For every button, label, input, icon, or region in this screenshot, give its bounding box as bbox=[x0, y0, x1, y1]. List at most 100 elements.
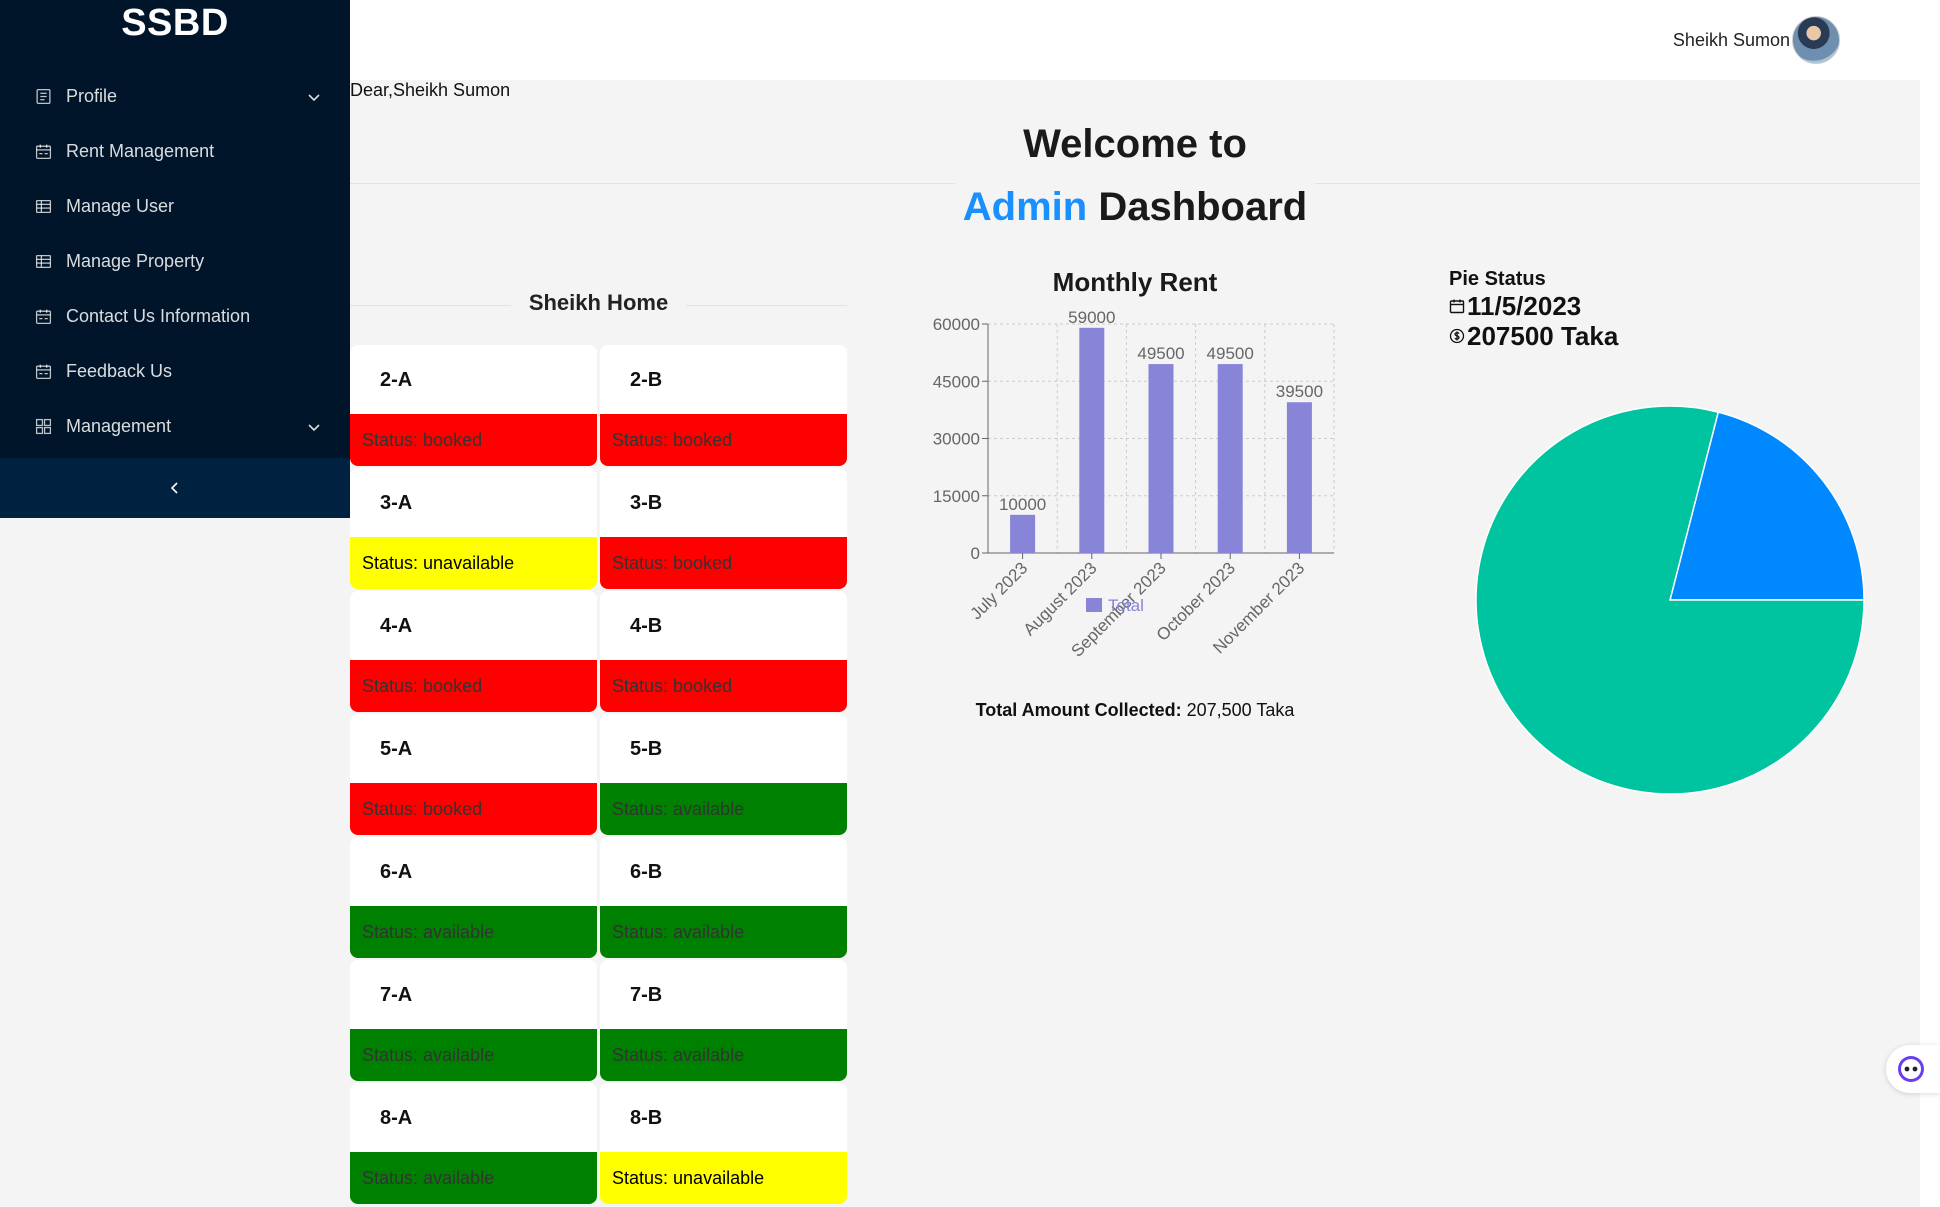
sidebar-item-profile[interactable]: Profile bbox=[0, 69, 350, 124]
unit-card[interactable]: 3-B Status: booked bbox=[600, 468, 847, 589]
user-menu[interactable]: Sheikh Sumon bbox=[1673, 16, 1840, 64]
legend-label: Total bbox=[1108, 596, 1144, 615]
chart-total: Total Amount Collected: 207,500 Taka bbox=[955, 700, 1315, 721]
data-label: 10000 bbox=[999, 495, 1046, 514]
divider bbox=[1315, 183, 1920, 184]
unit-name: 4-A bbox=[380, 615, 413, 637]
unit-card[interactable]: 5-A Status: booked bbox=[350, 714, 597, 835]
unit-status: Status: booked bbox=[600, 414, 847, 466]
property-title: Sheikh Home bbox=[350, 290, 847, 316]
calendar-icon bbox=[1449, 299, 1465, 314]
chart-bar bbox=[1010, 514, 1036, 553]
unit-card[interactable]: 8-A Status: available bbox=[350, 1083, 597, 1204]
pie-status-label: Pie Status bbox=[1449, 268, 1546, 290]
unit-name: 8-B bbox=[630, 1107, 663, 1129]
unit-name: 5-A bbox=[380, 738, 413, 760]
welcome-title: Admin Dashboard bbox=[955, 185, 1315, 230]
pie-header: Pie Status 11/5/2023 207500 Taka bbox=[1449, 268, 1618, 351]
calendar-icon bbox=[34, 143, 52, 161]
sidebar-item-label: Manage User bbox=[66, 196, 175, 216]
unit-name: 7-B bbox=[630, 984, 663, 1006]
y-tick-label: 0 bbox=[971, 544, 980, 563]
avatar[interactable] bbox=[1792, 16, 1840, 64]
calendar-icon bbox=[34, 363, 52, 381]
unit-card[interactable]: 2-B Status: booked bbox=[600, 345, 847, 466]
sidebar-item-management[interactable]: Management bbox=[0, 399, 350, 454]
welcome-dashboard-word: Dashboard bbox=[1098, 185, 1308, 229]
chart-title: Monthly Rent bbox=[1052, 267, 1218, 297]
unit-name: 4-B bbox=[630, 615, 663, 637]
appstore-icon bbox=[34, 418, 52, 436]
welcome-admin-word: Admin bbox=[962, 185, 1088, 229]
data-label: 49500 bbox=[1137, 344, 1184, 363]
divider bbox=[350, 183, 955, 184]
y-tick-label: 60000 bbox=[933, 315, 980, 334]
sidebar-item-label: Contact Us Information bbox=[66, 306, 251, 326]
sidebar-item-rent-management[interactable]: Rent Management bbox=[0, 124, 350, 179]
unit-status: Status: available bbox=[600, 783, 847, 835]
sidebar-item-feedback-us[interactable]: Feedback Us bbox=[0, 344, 350, 399]
sidebar-menu: Profile Rent Management Manage User Mana… bbox=[0, 69, 350, 454]
sidebar: SSBD Profile Rent Management Manage User bbox=[0, 0, 350, 518]
calendar-icon bbox=[34, 308, 52, 326]
sidebar-collapse-button[interactable] bbox=[0, 458, 350, 518]
pie-chart bbox=[1475, 405, 1865, 795]
legend-swatch bbox=[1086, 598, 1102, 612]
pie-date-line: 11/5/2023 bbox=[1449, 291, 1618, 321]
unit-name: 5-B bbox=[630, 738, 663, 760]
profile-icon bbox=[34, 88, 52, 106]
property-title-bar: Sheikh Home bbox=[350, 290, 847, 320]
welcome-heading: Welcome to Admin Dashboard bbox=[955, 122, 1315, 230]
chart-bar bbox=[1148, 364, 1174, 553]
chevron-left-icon bbox=[170, 482, 178, 494]
pie-amount: 207500 Taka bbox=[1467, 321, 1619, 351]
unit-card[interactable]: 4-A Status: booked bbox=[350, 591, 597, 712]
chat-bot-button[interactable] bbox=[1886, 1045, 1940, 1093]
unit-card[interactable]: 5-B Status: available bbox=[600, 714, 847, 835]
unit-status: Status: booked bbox=[350, 660, 597, 712]
unit-name: 3-A bbox=[380, 492, 413, 514]
unit-card[interactable]: 7-B Status: available bbox=[600, 960, 847, 1081]
brand-logo[interactable]: SSBD bbox=[0, 0, 350, 56]
pie-date: 11/5/2023 bbox=[1467, 291, 1582, 321]
y-tick-label: 15000 bbox=[933, 487, 980, 506]
unit-card[interactable]: 4-B Status: booked bbox=[600, 591, 847, 712]
unit-status: Status: available bbox=[350, 906, 597, 958]
sidebar-item-manage-property[interactable]: Manage Property bbox=[0, 234, 350, 289]
greeting-text: Dear,Sheikh Sumon bbox=[350, 80, 511, 100]
total-value: 207,500 Taka bbox=[1186, 700, 1295, 720]
unit-card[interactable]: 6-B Status: available bbox=[600, 837, 847, 958]
data-label: 39500 bbox=[1276, 382, 1323, 401]
sidebar-item-manage-user[interactable]: Manage User bbox=[0, 179, 350, 234]
unit-card[interactable]: 6-A Status: available bbox=[350, 837, 597, 958]
unit-status: Status: available bbox=[350, 1029, 597, 1081]
unit-grid: 2-A Status: booked 2-B Status: booked 3-A Sta… bbox=[350, 345, 847, 1204]
unit-card[interactable]: 2-A Status: booked bbox=[350, 345, 597, 466]
unit-card[interactable]: 8-B Status: unavailable bbox=[600, 1083, 847, 1204]
unit-card[interactable]: 7-A Status: available bbox=[350, 960, 597, 1081]
x-tick-label: July 2023 bbox=[967, 558, 1032, 623]
sidebar-item-label: Feedback Us bbox=[66, 361, 173, 381]
unit-status: Status: booked bbox=[600, 660, 847, 712]
chart-bar bbox=[1286, 402, 1312, 553]
data-label: 49500 bbox=[1207, 344, 1254, 363]
pie-amount-line: 207500 Taka bbox=[1449, 321, 1618, 351]
unit-name: 6-A bbox=[380, 861, 413, 883]
y-tick-label: 45000 bbox=[933, 372, 980, 391]
unit-status: Status: unavailable bbox=[600, 1152, 847, 1204]
chart-bar bbox=[1217, 364, 1243, 553]
unit-status: Status: booked bbox=[350, 414, 597, 466]
y-tick-label: 30000 bbox=[933, 430, 980, 449]
unit-status: Status: available bbox=[350, 1152, 597, 1204]
unit-status: Status: booked bbox=[600, 537, 847, 589]
unit-card[interactable]: 3-A Status: unavailable bbox=[350, 468, 597, 589]
chevron-down-icon bbox=[308, 94, 320, 102]
unit-status: Status: available bbox=[600, 906, 847, 958]
unit-name: 7-A bbox=[380, 984, 413, 1006]
total-label: Total Amount Collected: bbox=[975, 700, 1182, 720]
sidebar-item-contact-us-information[interactable]: Contact Us Information bbox=[0, 289, 350, 344]
sidebar-item-label: Profile bbox=[66, 86, 118, 106]
scrollbar-track[interactable] bbox=[1920, 0, 1940, 1207]
unit-name: 3-B bbox=[630, 492, 663, 514]
unit-name: 8-A bbox=[380, 1107, 413, 1129]
